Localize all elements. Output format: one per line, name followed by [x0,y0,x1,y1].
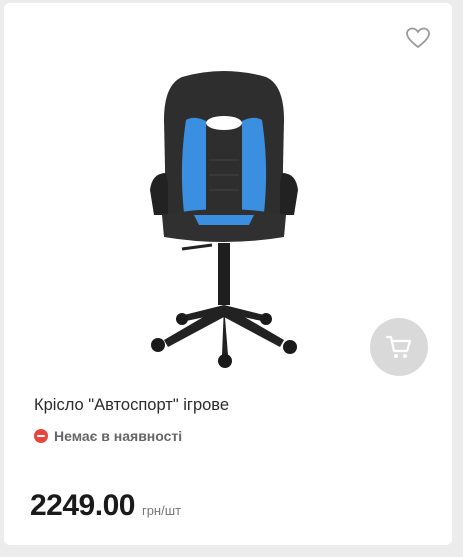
chair-image [150,71,298,368]
price-row: 2249.00 грн/шт [30,489,181,523]
heart-icon [406,27,430,48]
price: 2249.00 [30,489,135,522]
availability-text: Немає в наявності [54,428,183,444]
price-unit: грн/шт [141,503,182,518]
add-to-cart-button[interactable] [370,318,428,376]
cart-icon [385,335,412,358]
product-title[interactable]: Крісло "Автоспорт" ігрове [34,396,229,415]
favorite-button[interactable] [405,26,431,50]
minus-circle-icon [34,429,48,443]
availability-status: Немає в наявності [34,428,182,444]
product-image[interactable] [124,65,324,370]
product-card[interactable]: Крісло "Автоспорт" ігрове Немає в наявно… [4,3,452,545]
